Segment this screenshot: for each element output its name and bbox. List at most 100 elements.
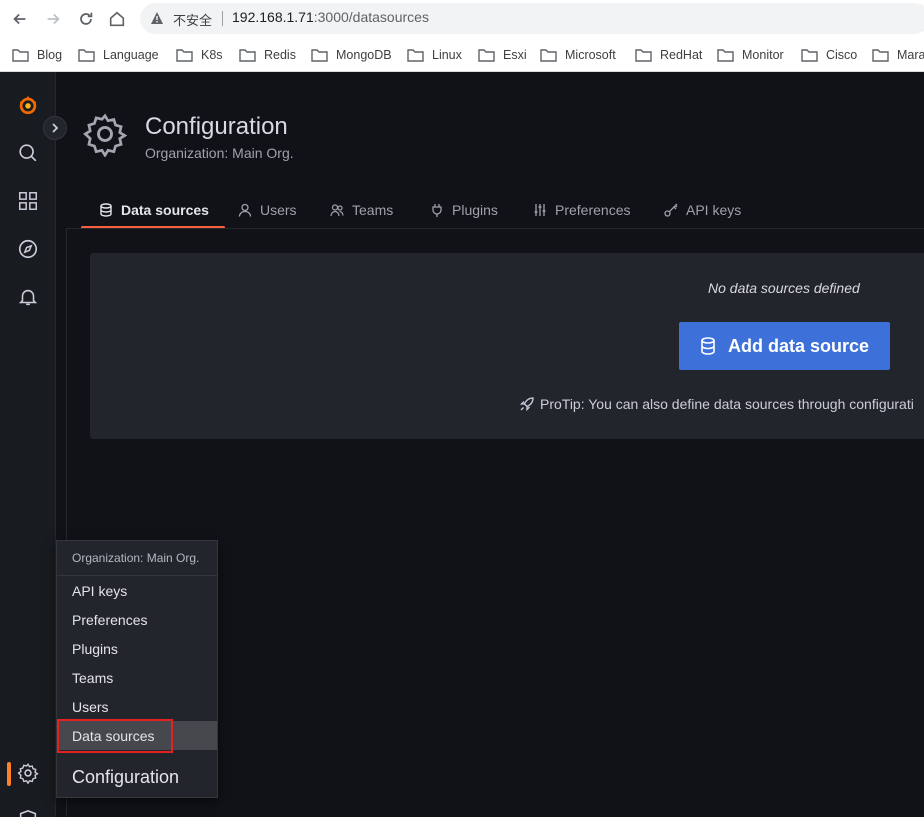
bookmark-label: Redis xyxy=(264,48,296,62)
add-data-source-label: Add data source xyxy=(727,335,870,356)
back-button[interactable] xyxy=(10,9,30,29)
empty-state-card: No data sources defined Add data source … xyxy=(90,253,924,439)
search-icon xyxy=(19,144,37,162)
bookmark-item[interactable]: Microsoft xyxy=(540,45,616,65)
settings-icon xyxy=(83,113,128,157)
bookmark-item[interactable]: Mara xyxy=(872,45,924,65)
tab-label: Preferences xyxy=(555,202,631,218)
expand-menu-button[interactable] xyxy=(43,116,67,140)
configuration-dropdown: Organization: Main Org. API keys Prefere… xyxy=(56,540,218,798)
arrow-right-icon xyxy=(47,13,60,25)
bookmark-item[interactable]: Redis xyxy=(239,45,296,65)
bookmark-label: Language xyxy=(103,48,159,62)
configuration-icon xyxy=(17,763,39,784)
url-host: 192.168.1.71 xyxy=(232,9,314,25)
database-icon xyxy=(701,337,715,355)
tab-api-keys[interactable]: API keys xyxy=(664,194,741,228)
server-admin-icon xyxy=(19,810,37,817)
tab-teams[interactable]: Teams xyxy=(330,194,393,228)
warning-icon xyxy=(151,12,163,24)
bookmark-label: Cisco xyxy=(826,48,858,62)
bookmark-label: K8s xyxy=(201,48,223,62)
bookmark-item[interactable]: MongoDB xyxy=(311,45,392,65)
home-icon xyxy=(109,11,125,27)
tab-plugins[interactable]: Plugins xyxy=(430,194,498,228)
add-data-source-button[interactable]: Add data source xyxy=(679,322,890,370)
dropdown-header: Organization: Main Org. xyxy=(72,551,200,565)
explore-icon xyxy=(18,239,38,259)
menu-item-users[interactable]: Users xyxy=(57,692,217,721)
bookmark-item[interactable]: Language xyxy=(78,45,159,65)
empty-state-title: No data sources defined xyxy=(708,280,860,296)
bookmark-label: Linux xyxy=(432,48,462,62)
bookmark-item[interactable]: RedHat xyxy=(635,45,702,65)
folder-icon xyxy=(239,49,256,62)
tab-users[interactable]: Users xyxy=(238,194,297,228)
alerting-link[interactable] xyxy=(0,277,56,317)
reload-button[interactable] xyxy=(76,9,96,29)
bookmark-label: Esxi xyxy=(503,48,527,62)
active-indicator xyxy=(7,762,11,786)
address-divider xyxy=(222,11,223,26)
folder-icon xyxy=(311,49,328,62)
url-path: :3000/datasources xyxy=(313,9,429,25)
bookmark-label: MongoDB xyxy=(336,48,392,62)
folder-icon xyxy=(407,49,424,62)
home-button[interactable] xyxy=(107,9,127,29)
folder-icon xyxy=(176,49,193,62)
alerting-icon xyxy=(18,289,38,306)
dropdown-footer[interactable]: Configuration xyxy=(57,757,217,797)
tab-label: API keys xyxy=(686,202,742,218)
folder-icon xyxy=(540,49,557,62)
folder-icon xyxy=(872,49,889,62)
bookmark-label: RedHat xyxy=(660,48,703,62)
forward-button[interactable] xyxy=(43,9,63,29)
folder-icon xyxy=(635,49,652,62)
folder-icon xyxy=(78,49,95,62)
bookmark-item[interactable]: Cisco xyxy=(801,45,857,65)
rocket-icon xyxy=(519,397,534,412)
address-bar[interactable]: 不安全 192.168.1.71:3000/datasources xyxy=(140,3,924,34)
bookmark-label: Mara xyxy=(897,48,924,62)
menu-item-preferences[interactable]: Preferences xyxy=(57,605,217,634)
dashboards-link[interactable] xyxy=(0,181,56,221)
users-icon xyxy=(330,204,344,217)
tab-label: Data sources xyxy=(121,202,209,218)
sliders-icon xyxy=(534,204,546,216)
bookmark-label: Microsoft xyxy=(565,48,616,62)
bookmarks-bar: Blog Language K8s Redis MongoDB Linux Es… xyxy=(0,38,924,72)
menu-item-api-keys[interactable]: API keys xyxy=(57,576,217,605)
url-text: 192.168.1.71:3000/datasources xyxy=(232,9,429,25)
user-icon xyxy=(238,203,252,217)
dashboards-icon xyxy=(19,192,37,210)
bookmark-label: Monitor xyxy=(742,48,784,62)
chevron-right-icon xyxy=(52,123,59,133)
reload-icon xyxy=(80,12,93,25)
bookmark-item[interactable]: Esxi xyxy=(478,45,527,65)
folder-icon xyxy=(12,49,29,62)
arrow-left-icon xyxy=(13,13,26,25)
browser-toolbar: 不安全 192.168.1.71:3000/datasources xyxy=(0,0,924,38)
search-link[interactable] xyxy=(0,133,56,173)
server-admin-link[interactable] xyxy=(0,800,56,817)
bookmark-item[interactable]: Linux xyxy=(407,45,462,65)
explore-link[interactable] xyxy=(0,229,56,269)
bookmark-label: Blog xyxy=(37,48,63,62)
menu-item-teams[interactable]: Teams xyxy=(57,663,217,692)
database-icon xyxy=(100,203,112,217)
folder-icon xyxy=(801,49,818,62)
page-title: Configuration xyxy=(145,113,288,140)
bookmark-item[interactable]: Monitor xyxy=(717,45,784,65)
tab-label: Users xyxy=(260,202,297,218)
menu-item-plugins[interactable]: Plugins xyxy=(57,634,217,663)
tab-preferences[interactable]: Preferences xyxy=(533,194,630,228)
bookmark-item[interactable]: Blog xyxy=(12,45,62,65)
grafana-logo-icon xyxy=(19,95,37,115)
protip: ProTip: You can also define data sources… xyxy=(519,396,914,412)
folder-icon xyxy=(717,49,734,62)
tab-data-sources[interactable]: Data sources xyxy=(81,194,225,229)
bookmark-item[interactable]: K8s xyxy=(176,45,223,65)
protip-text: ProTip: You can also define data sources… xyxy=(540,396,914,412)
side-menu xyxy=(0,72,56,817)
highlight-box xyxy=(57,719,173,753)
